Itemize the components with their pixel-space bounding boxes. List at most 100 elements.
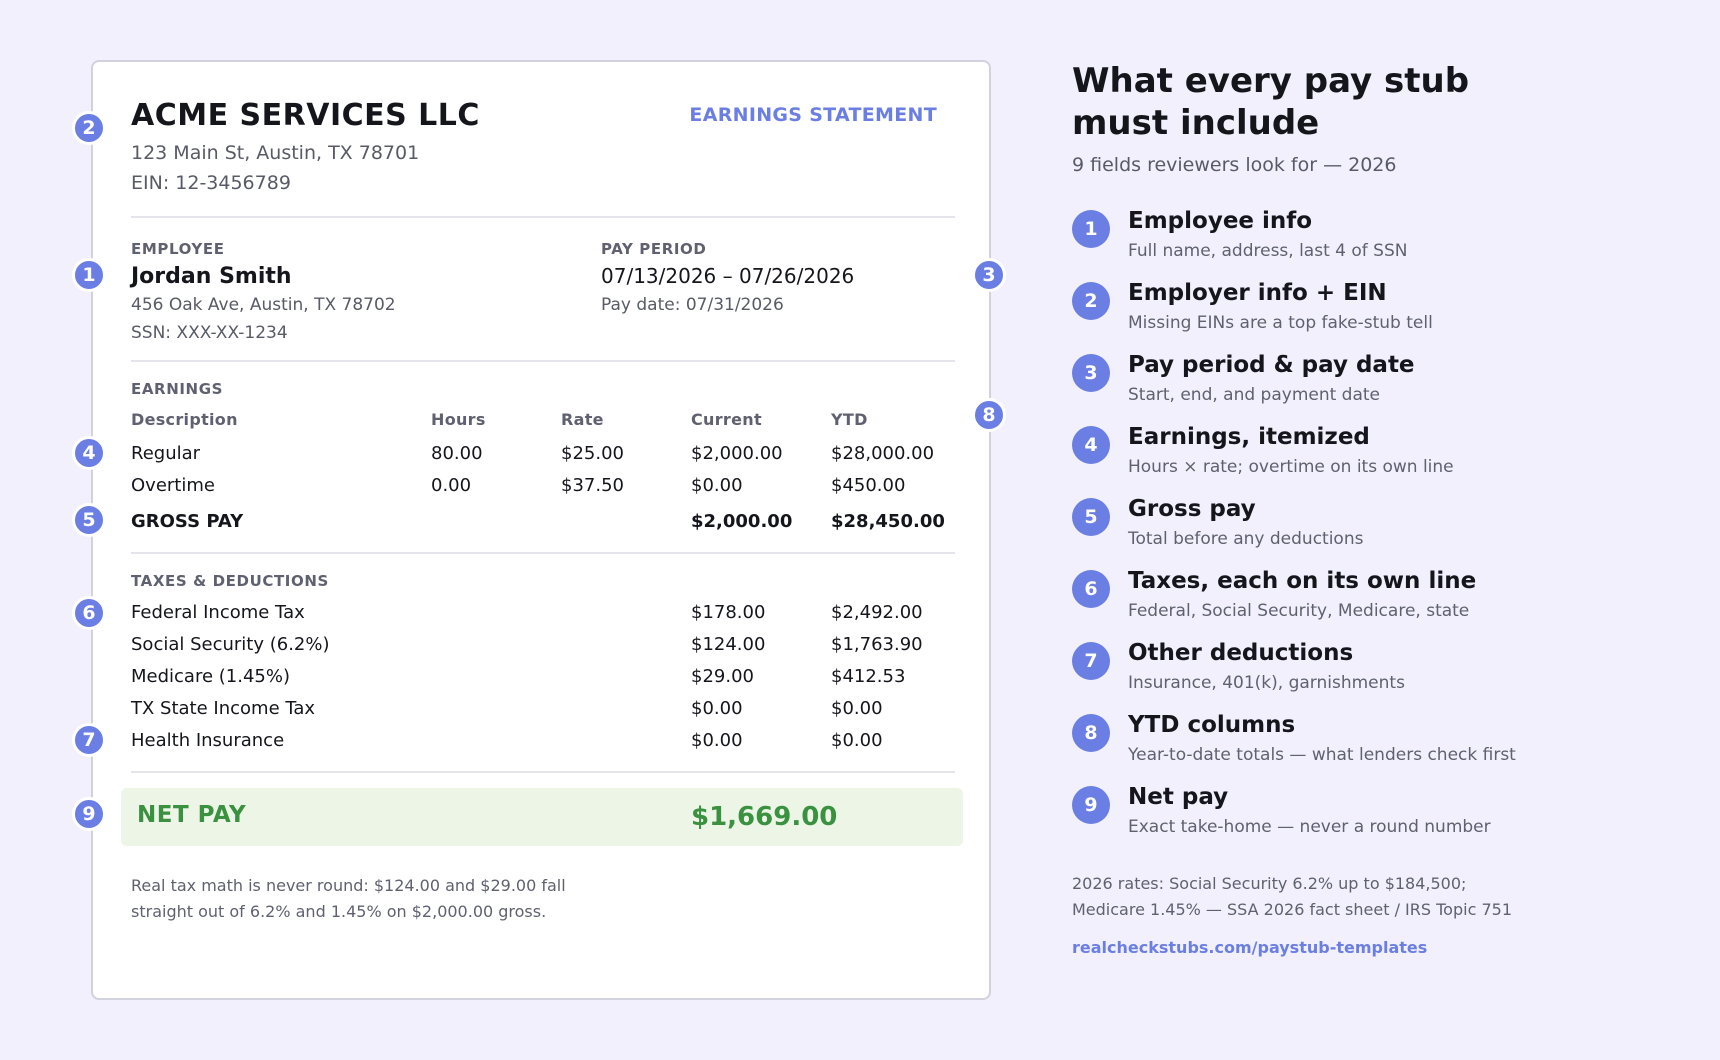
field-number-badge: 6 (1072, 570, 1110, 608)
earning-rate: $25.00 (561, 443, 624, 464)
pay-period-label: PAY PERIOD (601, 240, 707, 258)
deduction-row: Health Insurance $0.00 $0.00 (131, 730, 955, 758)
company-address: 123 Main St, Austin, TX 78701 (131, 142, 420, 164)
earning-hours: 80.00 (431, 443, 483, 464)
field-number-badge: 5 (1072, 498, 1110, 536)
deduction-current: $0.00 (691, 698, 743, 719)
gross-pay-label: GROSS PAY (131, 511, 244, 532)
column-header-rate: Rate (561, 410, 604, 429)
field-description: Year-to-date totals — what lenders check… (1128, 745, 1516, 765)
field-number-badge: 2 (1072, 282, 1110, 320)
employee-name: Jordan Smith (131, 264, 292, 289)
earnings-row-overtime: Overtime 0.00 $37.50 $0.00 $450.00 (131, 475, 955, 503)
earning-description: Overtime (131, 475, 215, 496)
gross-pay-current: $2,000.00 (691, 511, 793, 532)
deduction-ytd: $0.00 (831, 698, 883, 719)
pay-period-dates: 07/13/2026 – 07/26/2026 (601, 264, 855, 288)
column-header-hours: Hours (431, 410, 486, 429)
deduction-row: Federal Income Tax $178.00 $2,492.00 (131, 602, 955, 630)
deduction-row: Social Security (6.2%) $124.00 $1,763.90 (131, 634, 955, 662)
divider (131, 771, 955, 773)
field-title: Taxes, each on its own line (1128, 568, 1477, 594)
deduction-ytd: $1,763.90 (831, 634, 923, 655)
field-item-net-pay: 9 Net pay Exact take-home — never a roun… (1072, 784, 1632, 846)
earnings-row-regular: Regular 80.00 $25.00 $2,000.00 $28,000.0… (131, 443, 955, 471)
marker-8: 8 (972, 398, 1006, 432)
field-description: Start, end, and payment date (1128, 385, 1381, 405)
panel-footnote-line: 2026 rates: Social Security 6.2% up to $… (1072, 874, 1467, 893)
pay-stub-card: ACME SERVICES LLC 123 Main St, Austin, T… (91, 60, 991, 1000)
field-number-badge: 1 (1072, 210, 1110, 248)
marker-2: 2 (72, 111, 106, 145)
column-header-description: Description (131, 410, 238, 429)
deduction-description: Social Security (6.2%) (131, 634, 330, 655)
deduction-current: $29.00 (691, 666, 754, 687)
deduction-description: Medicare (1.45%) (131, 666, 290, 687)
gross-pay-row: GROSS PAY $2,000.00 $28,450.00 (131, 511, 955, 539)
net-pay-label: NET PAY (137, 802, 247, 828)
divider (131, 552, 955, 554)
source-link[interactable]: realcheckstubs.com/paystub-templates (1072, 938, 1427, 957)
earning-ytd: $28,000.00 (831, 443, 935, 464)
stub-note-line: straight out of 6.2% and 1.45% on $2,000… (131, 902, 547, 921)
deduction-ytd: $2,492.00 (831, 602, 923, 623)
deduction-description: Federal Income Tax (131, 602, 305, 623)
field-number-badge: 7 (1072, 642, 1110, 680)
earning-rate: $37.50 (561, 475, 624, 496)
field-title: Pay period & pay date (1128, 352, 1415, 378)
deduction-row: TX State Income Tax $0.00 $0.00 (131, 698, 955, 726)
panel-title: What every pay stub must include (1072, 61, 1470, 143)
deduction-current: $178.00 (691, 602, 766, 623)
pay-date: Pay date: 07/31/2026 (601, 295, 784, 315)
company-name: ACME SERVICES LLC (131, 98, 480, 133)
earnings-column-headers: Description Hours Rate Current YTD (131, 410, 955, 438)
field-description: Total before any deductions (1128, 529, 1364, 549)
earnings-label: EARNINGS (131, 380, 224, 398)
field-title: Employer info + EIN (1128, 280, 1387, 306)
field-item-taxes: 6 Taxes, each on its own line Federal, S… (1072, 568, 1632, 630)
marker-4: 4 (72, 436, 106, 470)
deduction-row: Medicare (1.45%) $29.00 $412.53 (131, 666, 955, 694)
field-item-employee-info: 1 Employee info Full name, address, last… (1072, 208, 1632, 270)
field-number-badge: 4 (1072, 426, 1110, 464)
field-item-gross-pay: 5 Gross pay Total before any deductions (1072, 496, 1632, 558)
field-description: Insurance, 401(k), garnishments (1128, 673, 1405, 693)
field-title: Employee info (1128, 208, 1313, 234)
deduction-ytd: $0.00 (831, 730, 883, 751)
field-title: Net pay (1128, 784, 1229, 810)
marker-5: 5 (72, 503, 106, 537)
net-pay-value: $1,669.00 (691, 802, 838, 832)
marker-7: 7 (72, 723, 106, 757)
marker-1: 1 (72, 258, 106, 292)
earning-ytd: $450.00 (831, 475, 906, 496)
deduction-description: Health Insurance (131, 730, 285, 751)
earning-hours: 0.00 (431, 475, 472, 496)
field-item-ytd: 8 YTD columns Year-to-date totals — what… (1072, 712, 1632, 774)
field-description: Missing EINs are a top fake-stub tell (1128, 313, 1433, 333)
marker-6: 6 (72, 596, 106, 630)
deduction-current: $0.00 (691, 730, 743, 751)
stub-note-line: Real tax math is never round: $124.00 an… (131, 876, 566, 895)
deduction-description: TX State Income Tax (131, 698, 316, 719)
marker-9: 9 (72, 797, 106, 831)
column-header-current: Current (691, 410, 762, 429)
earning-description: Regular (131, 443, 201, 464)
earning-current: $2,000.00 (691, 443, 783, 464)
field-description: Hours × rate; overtime on its own line (1128, 457, 1454, 477)
field-item-other-deductions: 7 Other deductions Insurance, 401(k), ga… (1072, 640, 1632, 702)
panel-subtitle: 9 fields reviewers look for — 2026 (1072, 154, 1397, 176)
field-number-badge: 3 (1072, 354, 1110, 392)
field-item-employer-info: 2 Employer info + EIN Missing EINs are a… (1072, 280, 1632, 342)
employee-ssn: SSN: XXX-XX-1234 (131, 323, 288, 343)
employee-label: EMPLOYEE (131, 240, 225, 258)
page: ACME SERVICES LLC 123 Main St, Austin, T… (0, 0, 1720, 1060)
divider (131, 216, 955, 218)
net-pay-box: NET PAY $1,669.00 (121, 788, 963, 846)
field-number-badge: 9 (1072, 786, 1110, 824)
marker-3: 3 (972, 258, 1006, 292)
column-header-ytd: YTD (831, 410, 868, 429)
field-item-pay-period: 3 Pay period & pay date Start, end, and … (1072, 352, 1632, 414)
field-title: YTD columns (1128, 712, 1296, 738)
deduction-current: $124.00 (691, 634, 766, 655)
field-description: Exact take-home — never a round number (1128, 817, 1491, 837)
